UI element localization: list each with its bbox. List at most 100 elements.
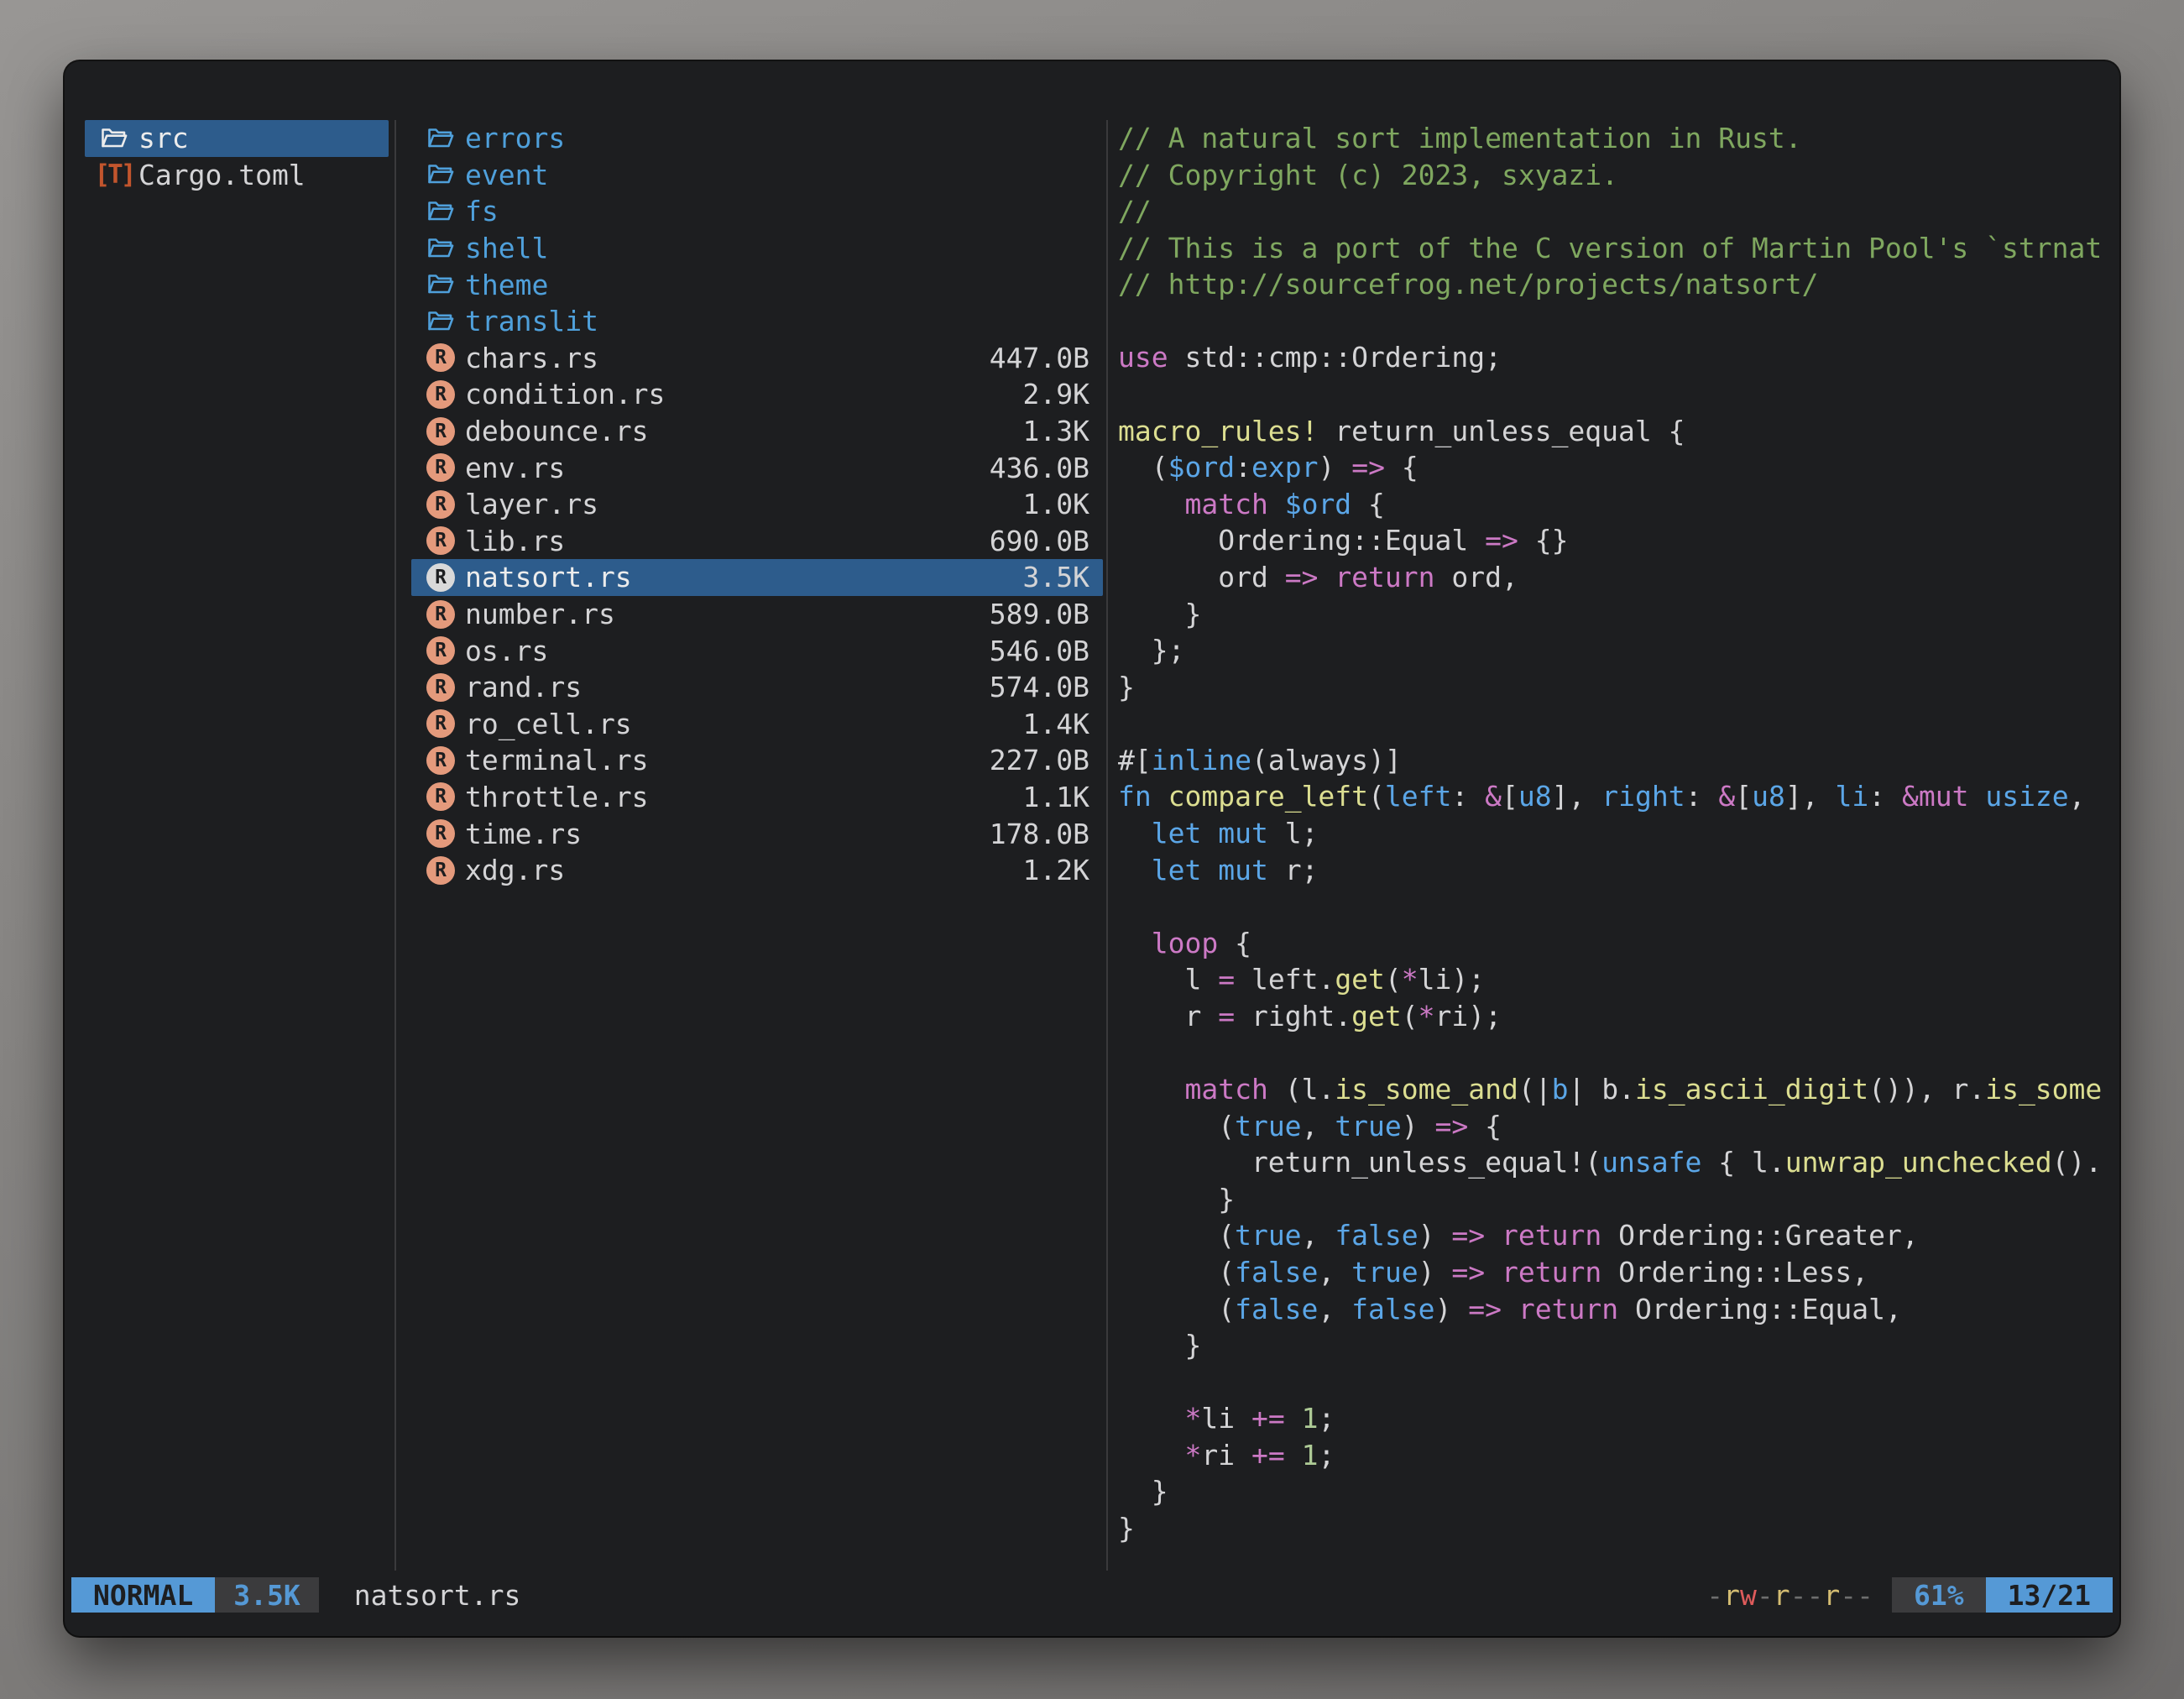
file-name: lib.rs [465,525,565,557]
code-line: // [1118,193,2113,230]
code-line: match $ord { [1118,486,2113,523]
file-row-shell[interactable]: shell [411,230,1103,267]
folder-icon [423,194,458,229]
rust-gear-glyph: R [426,782,455,811]
file-name: theme [465,269,548,301]
toml-file-icon: [T] [97,157,132,192]
code-line: l = left.get(*li); [1118,961,2113,998]
file-name: number.rs [465,598,615,630]
code-line: }; [1118,632,2113,669]
status-filename: natsort.rs [354,1579,521,1612]
file-row-lib.rs[interactable]: Rlib.rs690.0B [411,523,1103,560]
file-name: src [138,122,189,154]
rust-gear-glyph: R [426,343,455,372]
file-name: env.rs [465,452,565,484]
rust-gear-glyph: R [426,746,455,775]
rust-file-icon: R [423,560,458,595]
rust-gear-glyph: R [426,600,455,629]
file-size: 2.9K [1023,378,1089,410]
code-line: } [1118,1510,2113,1547]
file-name: event [465,159,548,191]
toml-glyph: [T] [95,159,134,190]
file-size: 1.2K [1023,854,1089,886]
pane-divider-right [1106,120,1108,1571]
file-row-fs[interactable]: fs [411,193,1103,230]
rust-file-icon: R [423,633,458,668]
code-line: (true, true) => { [1118,1108,2113,1145]
code-line: let mut r; [1118,852,2113,889]
file-name: time.rs [465,818,582,850]
pane-divider-left [394,120,396,1571]
permissions-text: -rw-r--r-- [1706,1579,1873,1612]
code-line: } [1118,1181,2113,1218]
code-line: // A natural sort implementation in Rust… [1118,120,2113,157]
file-name: debounce.rs [465,415,649,447]
file-row-src[interactable]: src [85,120,389,157]
file-row-condition.rs[interactable]: Rcondition.rs2.9K [411,376,1103,413]
code-line: } [1118,1327,2113,1364]
status-bar: NORMAL 3.5K natsort.rs -rw-r--r-- 61% 13… [71,1577,2113,1613]
file-row-theme[interactable]: theme [411,266,1103,303]
folder-icon [423,231,458,266]
desktop-background: src[T]Cargo.toml errors event fs shell t… [0,0,2184,1699]
file-name: errors [465,122,565,154]
mode-badge: NORMAL [71,1577,215,1613]
file-row-xdg.rs[interactable]: Rxdg.rs 1.2K [411,852,1103,889]
file-row-Cargo.toml[interactable]: [T]Cargo.toml [85,157,389,194]
code-line: let mut l; [1118,815,2113,852]
file-row-time.rs[interactable]: Rtime.rs178.0B [411,815,1103,852]
code-line: (false, true) => return Ordering::Less, [1118,1254,2113,1291]
file-name: shell [465,232,548,264]
code-line: *li += 1; [1118,1400,2113,1437]
code-line: use std::cmp::Ordering; [1118,339,2113,376]
rust-file-icon: R [423,377,458,412]
code-line: // http://sourcefrog.net/projects/natsor… [1118,266,2113,303]
file-row-env.rs[interactable]: Renv.rs436.0B [411,449,1103,486]
file-row-number.rs[interactable]: Rnumber.rs 589.0B [411,596,1103,633]
code-line: ord => return ord, [1118,559,2113,596]
rust-file-icon: R [423,670,458,705]
file-row-ro_cell.rs[interactable]: Rro_cell.rs1.4K [411,706,1103,743]
file-row-os.rs[interactable]: Ros.rs546.0B [411,632,1103,669]
file-row-errors[interactable]: errors [411,120,1103,157]
folder-icon [423,157,458,192]
rust-gear-glyph: R [426,709,455,738]
file-row-rand.rs[interactable]: Rrand.rs574.0B [411,669,1103,706]
rust-gear-glyph: R [426,856,455,885]
file-row-event[interactable]: event [411,157,1103,194]
file-row-natsort.rs[interactable]: Rnatsort.rs 3.5K [411,559,1103,596]
file-size: 3.5K [1023,561,1089,593]
file-row-translit[interactable]: translit [411,303,1103,340]
preview-pane: // A natural sort implementation in Rust… [1118,120,2113,1572]
rust-file-icon: R [423,779,458,814]
code-line: *ri += 1; [1118,1437,2113,1474]
file-size: 227.0B [990,744,1089,776]
terminal-window: src[T]Cargo.toml errors event fs shell t… [65,61,2119,1636]
file-row-chars.rs[interactable]: Rchars.rs447.0B [411,340,1103,377]
code-line [1118,705,2113,742]
folder-icon [423,267,458,302]
rust-file-icon: R [423,523,458,558]
file-row-debounce.rs[interactable]: Rdebounce.rs1.3K [411,413,1103,450]
file-name: ro_cell.rs [465,708,632,740]
file-row-throttle.rs[interactable]: Rthrottle.rs 1.1K [411,779,1103,816]
file-size: 1.0K [1023,488,1089,520]
file-size: 1.1K [1023,781,1089,813]
file-row-terminal.rs[interactable]: Rterminal.rs 227.0B [411,742,1103,779]
file-name: natsort.rs [465,561,632,593]
folder-icon [423,304,458,339]
code-line: return_unless_equal!(unsafe { l.unwrap_u… [1118,1144,2113,1181]
file-size: 589.0B [990,598,1089,630]
file-size: 1.3K [1023,415,1089,447]
parent-pane: src[T]Cargo.toml [85,120,389,193]
file-name: terminal.rs [465,744,649,776]
code-line: (false, false) => return Ordering::Equal… [1118,1291,2113,1328]
file-row-layer.rs[interactable]: Rlayer.rs1.0K [411,486,1103,523]
rust-file-icon: R [423,487,458,522]
rust-file-icon: R [423,816,458,851]
code-line: match (l.is_some_and(|b| b.is_ascii_digi… [1118,1071,2113,1108]
code-line: r = right.get(*ri); [1118,998,2113,1035]
scroll-percent-badge: 61% [1892,1577,1986,1613]
file-name: throttle.rs [465,781,649,813]
file-name: xdg.rs [465,854,565,886]
